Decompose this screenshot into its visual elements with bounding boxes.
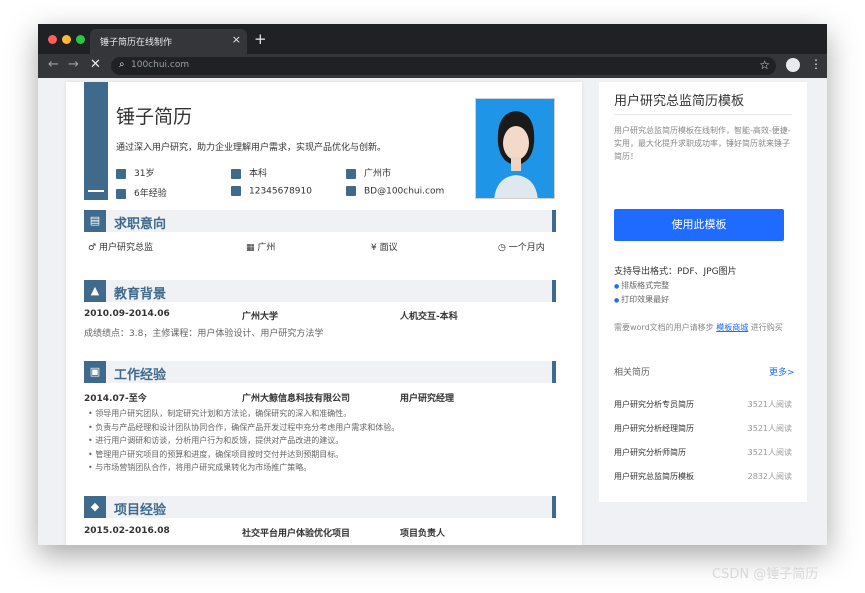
work-company: 广州大鲸信息科技有限公司 (242, 394, 351, 404)
info-city: 广州市 (346, 166, 391, 179)
resume-name: 锤子简历 (116, 106, 193, 128)
related-title: 相关简历 (614, 368, 651, 378)
briefcase-icon (116, 188, 126, 199)
work-role: 用户研究经理 (400, 394, 455, 404)
tab-bar: 锤子简历在线制作 × + (38, 24, 827, 54)
use-template-button[interactable]: 使用此模板 (614, 209, 784, 241)
intent-salary: ¥ 面议 (371, 243, 398, 253)
word-note: 需要word文档的用户请移步 模板商城 进行购买 (614, 323, 783, 332)
tab-title: 锤子简历在线制作 (100, 38, 173, 48)
template-title: 用户研究总监简历模板 (614, 94, 745, 109)
section-header-intent: ▤ 求职意向 (84, 210, 556, 232)
related-item[interactable]: 用户研究分析专员简历 3521人阅读 (614, 399, 792, 410)
browser-tab[interactable]: 锤子简历在线制作 × (90, 29, 247, 54)
section-header-education: ▲ 教育背景 (84, 280, 556, 302)
related-item[interactable]: 用户研究分析师简历 3521人阅读 (614, 447, 792, 458)
clock-icon: ◷ (498, 243, 506, 253)
info-degree: 本科 (231, 166, 267, 179)
url-text: 100chui.com (131, 60, 190, 70)
maximize-window-dot[interactable] (76, 35, 85, 44)
stop-loading-icon[interactable]: ✕ (90, 57, 101, 72)
resume-preview: 锤子简历 通过深入用户研究，助力企业理解用户需求，实现产品优化与创新。 31岁 … (66, 82, 582, 545)
bookmark-star-icon[interactable]: ☆ (759, 58, 770, 72)
edu-school: 广州大学 (242, 312, 279, 322)
location-icon (346, 168, 356, 179)
new-tab-icon[interactable]: + (254, 30, 267, 48)
info-email: BD@100chui.com (346, 186, 444, 197)
search-icon: ⌕ (119, 59, 125, 70)
clipboard-icon: ▤ (84, 210, 106, 232)
graduation-cap-icon: ▲ (84, 280, 106, 302)
browser-toolbar: ← → ✕ ⌕ 100chui.com ☆ ⋮ (38, 54, 827, 78)
close-tab-icon[interactable]: × (232, 33, 241, 46)
edu-detail: 成绩绩点：3.8，主修课程：用户体验设计、用户研究方法学 (84, 329, 324, 339)
work-bullet: 进行用户调研和访谈，分析用户行为和反馈，提供对产品改进的建议。 (88, 435, 343, 446)
building-icon: ▦ (246, 243, 255, 253)
feature-item: 排版格式完整 (614, 280, 669, 291)
template-mall-link[interactable]: 模板商城 (716, 323, 748, 332)
forward-icon[interactable]: → (68, 57, 79, 72)
template-description: 用户研究总监简历模板在线制作，智能-高效-便捷-实用，最大化提升求职成功率，锤好… (614, 126, 791, 161)
export-formats: 支持导出格式：PDF、JPG图片 (614, 267, 737, 277)
intent-position: ♂ 用户研究总监 (88, 243, 153, 253)
more-link[interactable]: 更多> (769, 365, 795, 378)
related-item[interactable]: 用户研究分析经理简历 3521人阅读 (614, 423, 792, 434)
profile-photo (475, 98, 555, 199)
intent-city: ▦ 广州 (246, 243, 276, 253)
info-age: 31岁 (116, 166, 154, 179)
minimize-window-dot[interactable] (62, 35, 71, 44)
work-bullet: 负责与产品经理和设计团队协同合作，确保产品开发过程中充分考虑用户需求和体验。 (88, 422, 399, 433)
related-item[interactable]: 用户研究总监简历模板 2832人阅读 (614, 471, 792, 482)
section-header-work: ▣ 工作经验 (84, 361, 556, 383)
menu-kebab-icon[interactable]: ⋮ (810, 57, 822, 71)
template-sidebar: 用户研究总监简历模板 用户研究总监简历模板在线制作，智能-高效-便捷-实用，最大… (599, 82, 807, 502)
browser-window: 锤子简历在线制作 × + ← → ✕ ⌕ 100chui.com ☆ ⋮ 锤子简… (38, 24, 827, 545)
yen-icon: ¥ (371, 243, 377, 253)
resume-intro: 通过深入用户研究，助力企业理解用户需求，实现产品优化与创新。 (116, 143, 387, 153)
address-bar[interactable]: ⌕ 100chui.com ☆ (111, 57, 776, 75)
cube-icon: ◆ (84, 496, 106, 518)
work-bullet: 领导用户研究团队，制定研究计划和方法论，确保研究的深入和准确性。 (88, 408, 351, 419)
edu-major: 人机交互-本科 (400, 312, 458, 322)
mail-icon (346, 186, 356, 196)
project-role: 项目负责人 (400, 529, 446, 539)
phone-icon (231, 186, 241, 196)
watermark: CSDN @锤子简历 (712, 567, 819, 582)
work-bullet: 管理用户研究项目的预算和进度，确保项目按时交付并达到预期目标。 (88, 449, 343, 460)
person-icon (116, 168, 126, 179)
tie-icon: ♂ (88, 243, 97, 253)
edu-date: 2010.09-2014.06 (84, 309, 170, 319)
back-icon[interactable]: ← (48, 57, 59, 72)
feature-item: 打印效果最好 (614, 294, 669, 305)
intent-availability: ◷ 一个月内 (498, 243, 545, 253)
briefcase-icon: ▣ (84, 361, 106, 383)
project-name: 社交平台用户体验优化项目 (242, 529, 351, 539)
resume-accent-bar (84, 82, 108, 200)
section-header-project: ◆ 项目经验 (84, 496, 556, 518)
close-window-dot[interactable] (48, 35, 57, 44)
graduation-icon (231, 168, 241, 179)
info-experience: 6年经验 (116, 186, 167, 199)
page-viewport: 锤子简历 通过深入用户研究，助力企业理解用户需求，实现产品优化与创新。 31岁 … (38, 78, 827, 545)
info-phone: 12345678910 (231, 186, 312, 197)
work-bullet: 与市场营销团队合作，将用户研究成果转化为市场推广策略。 (88, 462, 311, 473)
profile-avatar-icon[interactable] (786, 58, 800, 72)
project-date: 2015.02-2016.08 (84, 526, 170, 536)
work-date: 2014.07-至今 (84, 394, 147, 404)
